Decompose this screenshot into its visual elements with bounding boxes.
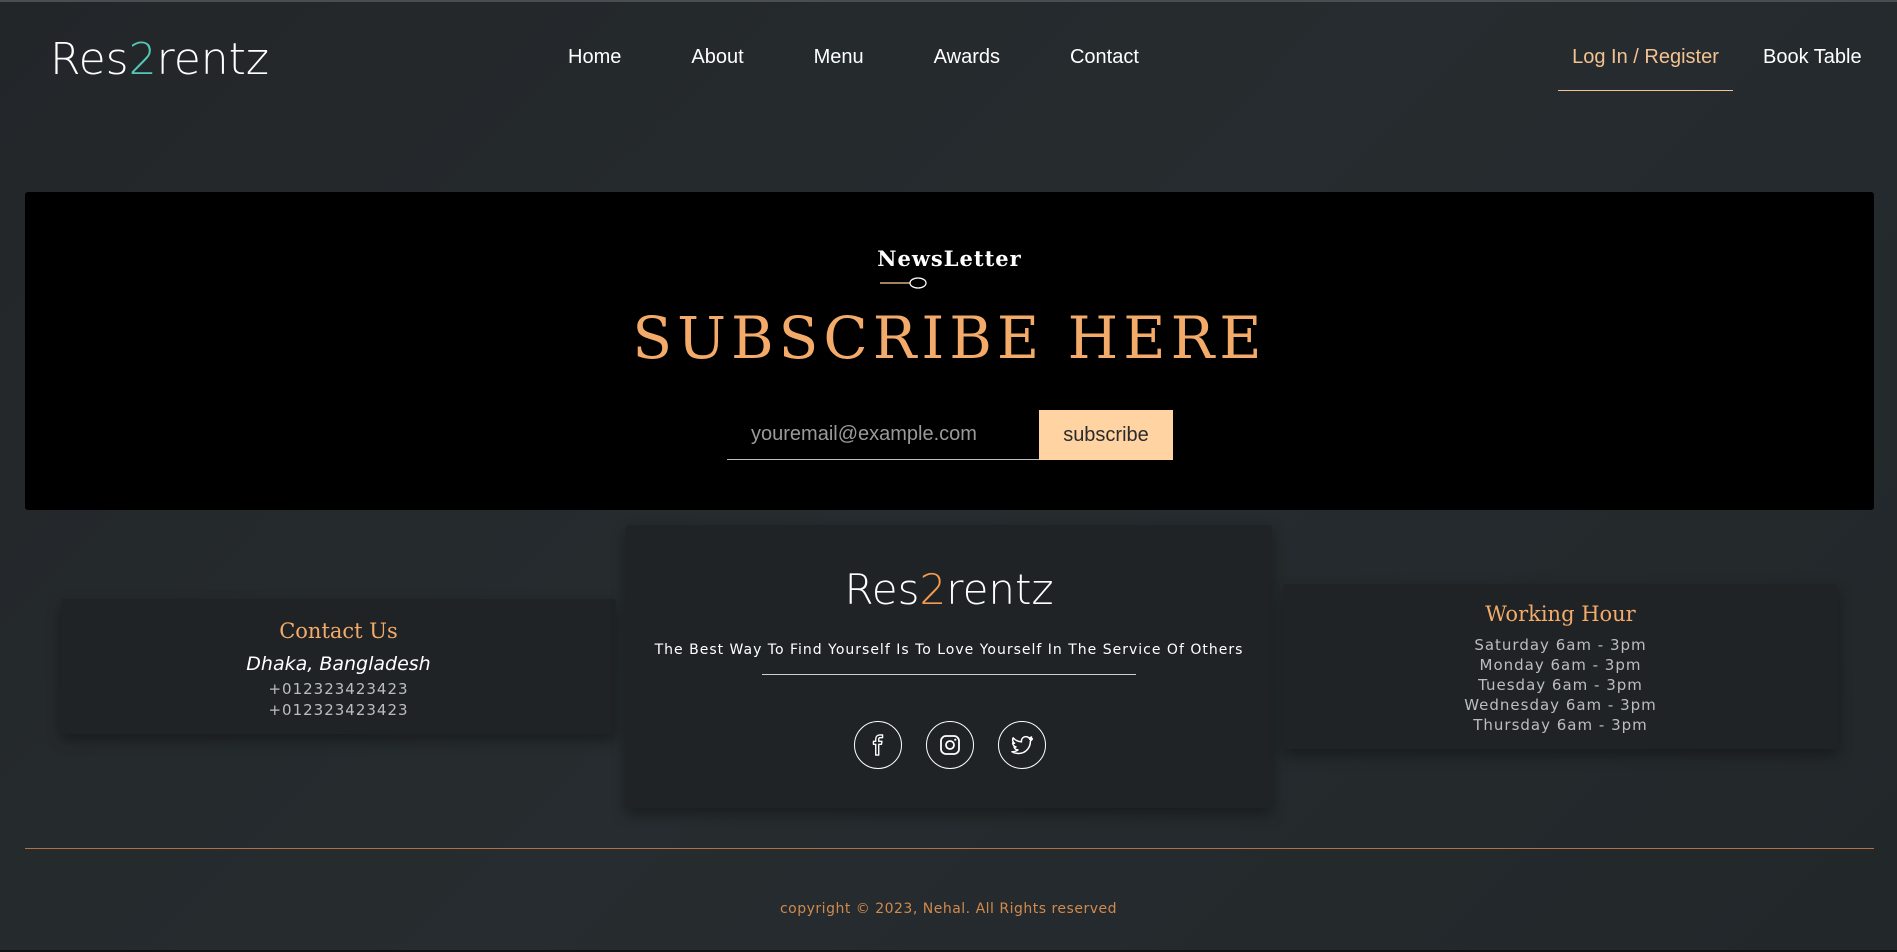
subscribe-button[interactable]: subscribe	[1039, 410, 1173, 460]
hours-item: Tuesday 6am - 3pm	[1478, 676, 1643, 694]
hours-item: Thursday 6am - 3pm	[1473, 716, 1648, 734]
facebook-link[interactable]	[854, 721, 902, 769]
logo-accent: 2	[128, 34, 157, 85]
social-links	[854, 721, 1046, 769]
brand-card: Res2rentz The Best Way To Find Yourself …	[626, 525, 1272, 808]
nav-awards[interactable]: Awards	[934, 46, 1000, 69]
book-table-link[interactable]: Book Table	[1763, 46, 1862, 69]
nav-menu[interactable]: Menu	[814, 46, 864, 69]
newsletter-label: NewsLetter	[877, 246, 1022, 271]
footer-divider	[25, 848, 1874, 849]
site-header: Res2rentz Home About Menu Awards Contact…	[0, 2, 1897, 112]
site-logo[interactable]: Res2rentz	[50, 34, 269, 85]
copyright-text: copyright © 2023, Nehal. All Rights rese…	[779, 901, 1117, 917]
brand-tagline: The Best Way To Find Yourself Is To Love…	[654, 642, 1244, 658]
twitter-link[interactable]	[998, 721, 1046, 769]
logo-prefix: Res	[50, 34, 129, 85]
contact-phone[interactable]: +012323423423	[61, 701, 616, 719]
footer-logo[interactable]: Res2rentz	[626, 565, 1272, 614]
nav-contact[interactable]: Contact	[1070, 46, 1139, 69]
twitter-icon	[1011, 735, 1034, 755]
instagram-link[interactable]	[926, 721, 974, 769]
subscribe-heading: SUBSCRIBE HERE	[632, 304, 1267, 372]
hours-item: Wednesday 6am - 3pm	[1464, 696, 1657, 714]
main-nav: Home About Menu Awards Contact	[568, 46, 1139, 69]
nav-about[interactable]: About	[691, 46, 743, 69]
hours-item: Saturday 6am - 3pm	[1474, 636, 1647, 654]
contact-title: Contact Us	[279, 619, 398, 643]
facebook-icon	[872, 734, 884, 756]
logo-suffix: rentz	[156, 34, 270, 85]
contact-phone[interactable]: +012323423423	[61, 680, 616, 698]
login-register-link[interactable]: Log In / Register	[1558, 46, 1733, 91]
nav-home[interactable]: Home	[568, 46, 621, 69]
brand-divider	[762, 674, 1136, 675]
contact-card: Contact Us Dhaka, Bangladesh +0123234234…	[61, 599, 616, 734]
working-hours-card: Working Hour Saturday 6am - 3pm Monday 6…	[1283, 584, 1838, 749]
logo-suffix: rentz	[946, 565, 1054, 614]
hours-item: Monday 6am - 3pm	[1479, 656, 1642, 674]
email-input[interactable]	[727, 410, 1039, 460]
contact-city: Dhaka, Bangladesh	[246, 653, 431, 675]
spoon-divider-icon	[880, 277, 927, 289]
subscribe-form: subscribe	[727, 410, 1197, 460]
logo-accent: 2	[919, 565, 947, 614]
instagram-icon	[940, 735, 960, 755]
hours-title: Working Hour	[1485, 602, 1636, 626]
logo-prefix: Res	[844, 565, 920, 614]
newsletter-section: NewsLetter SUBSCRIBE HERE subscribe	[25, 192, 1874, 510]
